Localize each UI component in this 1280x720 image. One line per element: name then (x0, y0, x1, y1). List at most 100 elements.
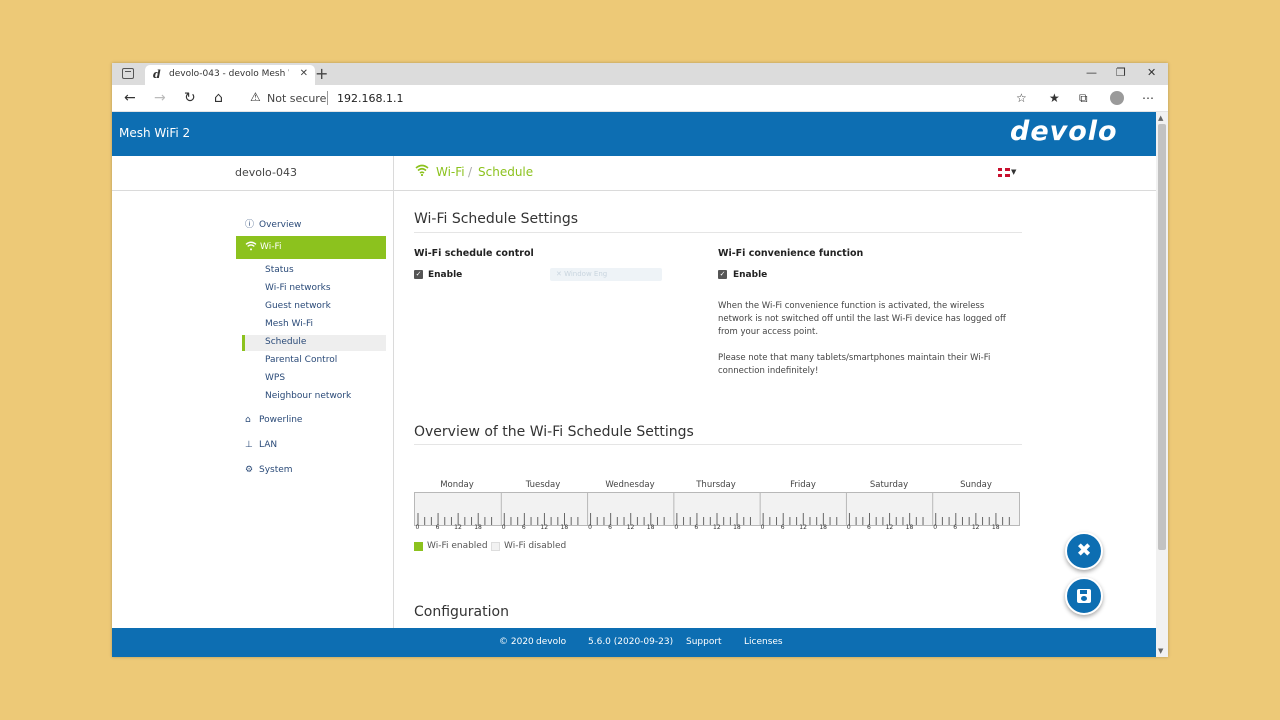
footer-licenses-link[interactable]: Licenses (744, 637, 783, 647)
hour-tick-label: 6 (780, 524, 785, 531)
hour-tick-label: 18 (819, 524, 827, 531)
schedule-timeline-ticks (417, 493, 1010, 525)
page-header: Mesh WiFi 2 devolo (112, 112, 1156, 156)
page-scrollbar[interactable]: ▲ ▼ (1156, 112, 1168, 657)
breadcrumb-wifi[interactable]: Wi-Fi (436, 165, 465, 179)
forward-icon[interactable]: → (154, 90, 166, 106)
hour-tick-label: 12 (971, 524, 980, 531)
sidebar-subitem-mesh-wifi[interactable]: Mesh Wi-Fi (265, 319, 313, 329)
convenience-function-enable-label[interactable]: Enable (733, 270, 767, 280)
scroll-down-icon[interactable]: ▼ (1158, 647, 1163, 655)
footer-support-link[interactable]: Support (686, 637, 722, 647)
day-label-tuesday: Tuesday (525, 480, 561, 490)
uk-flag-icon[interactable] (998, 168, 1010, 177)
new-tab-icon[interactable]: + (315, 64, 328, 83)
footer-brand-link[interactable]: devolo (536, 637, 566, 647)
sidebar-item-system[interactable]: ⚙ System (245, 465, 293, 475)
legend-enabled-swatch (414, 542, 423, 551)
chevron-down-icon[interactable]: ▼ (1011, 168, 1016, 176)
hour-tick-label: 0 (501, 524, 506, 531)
hour-tick-label: 0 (415, 524, 420, 531)
scroll-up-icon[interactable]: ▲ (1158, 114, 1163, 122)
close-icon: ✖ (1076, 540, 1092, 561)
back-icon[interactable]: ← (124, 90, 136, 106)
hour-tick-label: 6 (521, 524, 526, 531)
maximize-icon[interactable]: ❐ (1116, 66, 1126, 79)
sidebar-subitem-guest-network[interactable]: Guest network (265, 301, 331, 311)
wifi-icon (415, 164, 429, 180)
device-name: devolo-043 (235, 166, 297, 179)
info-icon: ⓘ (245, 220, 255, 230)
overview-heading: Overview of the Wi-Fi Schedule Settings (414, 424, 694, 440)
profile-avatar[interactable] (1110, 91, 1124, 105)
hour-tick-label: 6 (953, 524, 958, 531)
sidebar-subitem-wps[interactable]: WPS (265, 373, 285, 383)
page-viewport: Mesh WiFi 2 devolo devolo-043 Wi-Fi / Sc… (112, 112, 1156, 657)
legend-disabled-swatch (491, 542, 500, 551)
tab-title: devolo-043 - devolo Mesh WiFi 2 (169, 69, 289, 79)
house-icon: ⌂ (245, 415, 251, 425)
legend-disabled-label: Wi-Fi disabled (504, 541, 567, 551)
convenience-note: Please note that many tablets/smartphone… (718, 353, 991, 376)
day-label-saturday: Saturday (869, 480, 909, 490)
network-tree-icon: ⊥ (245, 440, 253, 450)
wifi-icon (245, 241, 257, 254)
sidebar-item-overview[interactable]: ⓘ Overview (245, 217, 301, 230)
url-field[interactable]: ⚠ Not secure 192.168.1.1 (240, 88, 1040, 109)
ghost-overlay: ✕ Window Eng (550, 268, 662, 281)
schedule-control-enable-label[interactable]: Enable (428, 270, 462, 280)
home-icon[interactable]: ⌂ (214, 90, 223, 106)
page-footer: © 2020 devolo 5.6.0 (2020-09-23) Support… (112, 628, 1156, 657)
scrollbar-thumb[interactable] (1158, 124, 1166, 550)
hour-tick-label: 0 (674, 524, 679, 531)
sidebar-subitem-status[interactable]: Status (265, 265, 294, 275)
sidebar-item-wifi[interactable]: Wi-Fi (236, 236, 386, 259)
convenience-function-checkbox[interactable]: ✓ (718, 270, 727, 279)
sidebar-subitem-schedule[interactable]: Schedule (265, 337, 306, 347)
breadcrumb-separator: / (468, 165, 473, 179)
hour-tick-label: 0 (846, 524, 851, 531)
day-label-sunday: Sunday (960, 480, 992, 490)
wrench-icon: ⚙ (245, 465, 254, 475)
hour-tick-label: 12 (799, 524, 807, 531)
reload-icon[interactable]: ↻ (184, 90, 196, 106)
sidebar-item-lan[interactable]: ⊥ LAN (245, 440, 277, 450)
schedule-timeline[interactable] (414, 492, 1020, 526)
url-text[interactable]: 192.168.1.1 (337, 92, 403, 105)
day-label-friday: Friday (790, 480, 816, 490)
more-menu-icon[interactable]: ⋯ (1142, 91, 1154, 105)
sidebar-subitem-neighbour-network[interactable]: Neighbour network (265, 391, 351, 401)
hour-tick-label: 12 (885, 524, 894, 531)
hour-tick-label: 18 (905, 524, 914, 531)
not-secure-label[interactable]: Not secure (267, 92, 326, 105)
hour-tick-label: 12 (713, 524, 721, 531)
day-label-thursday: Thursday (696, 480, 736, 490)
close-window-icon[interactable]: ✕ (1147, 66, 1156, 79)
add-favorite-icon[interactable]: ☆ (1016, 91, 1027, 105)
day-label-wednesday: Wednesday (605, 480, 655, 490)
tab-actions-icon[interactable] (122, 68, 134, 79)
footer-copyright: © 2020 (499, 637, 534, 647)
browser-tab[interactable]: d devolo-043 - devolo Mesh WiFi 2 ✕ (145, 65, 315, 85)
hour-tick-label: 0 (588, 524, 592, 531)
minimize-icon[interactable]: — (1086, 66, 1097, 79)
close-tab-icon[interactable]: ✕ (300, 68, 308, 79)
warning-icon: ⚠ (250, 90, 261, 104)
schedule-control-checkbox[interactable]: ✓ (414, 270, 423, 279)
discard-button[interactable]: ✖ (1065, 532, 1103, 570)
save-button[interactable] (1065, 577, 1103, 615)
hour-tick-label: 12 (454, 524, 462, 531)
sidebar-subitem-parental-control[interactable]: Parental Control (265, 355, 337, 365)
address-bar: ← → ↻ ⌂ ⚠ Not secure 192.168.1.1 ☆ ★ ⧉ ⋯ (112, 85, 1168, 112)
footer-version: 5.6.0 (2020-09-23) (588, 637, 674, 647)
hour-tick-label: 6 (435, 524, 440, 531)
convenience-function-label: Wi-Fi convenience function (718, 248, 864, 259)
favorites-icon[interactable]: ★ (1049, 91, 1060, 105)
sidebar-item-powerline[interactable]: ⌂ Powerline (245, 415, 302, 425)
hour-tick-label: 0 (760, 524, 765, 531)
hour-tick-label: 18 (560, 524, 569, 531)
devolo-favicon-icon: d (153, 68, 161, 81)
collections-icon[interactable]: ⧉ (1079, 91, 1088, 106)
sidebar-subitem-wifi-networks[interactable]: Wi-Fi networks (265, 283, 331, 293)
subheader: devolo-043 Wi-Fi / Schedule ▼ (112, 156, 1156, 191)
